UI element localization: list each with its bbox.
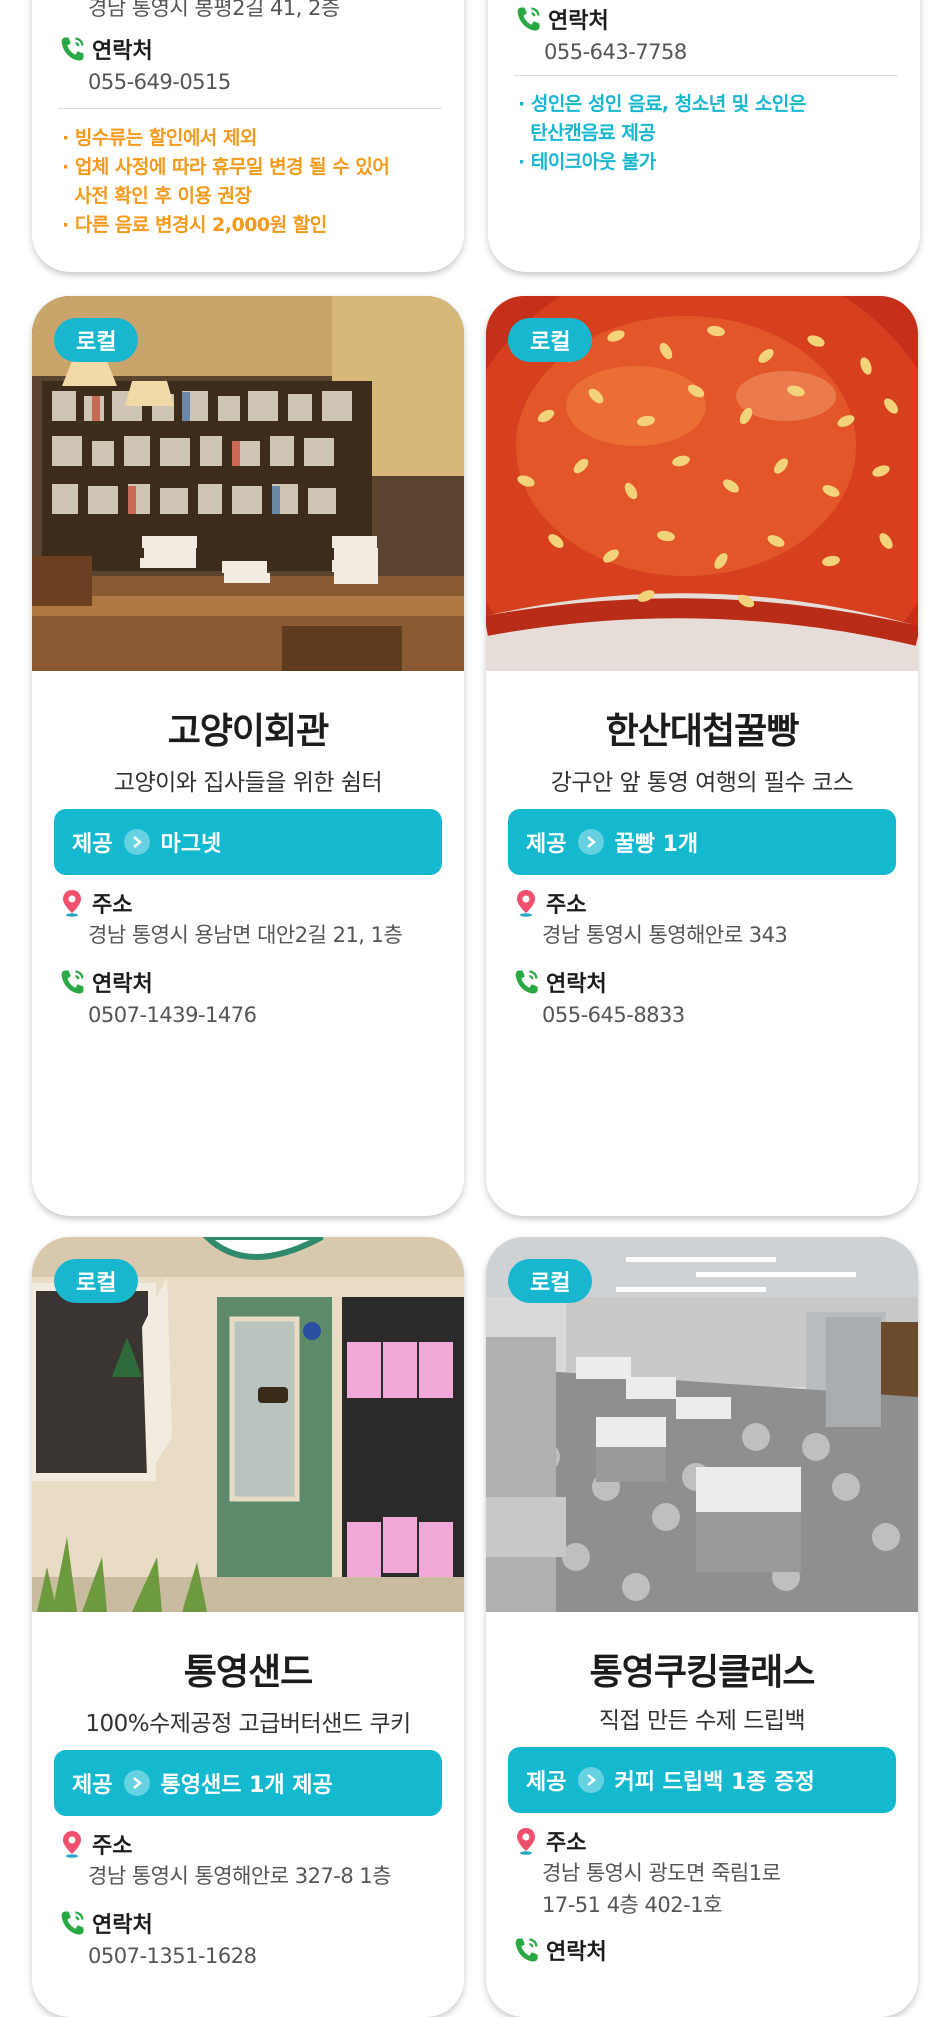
- contact-label: 연락처: [512, 1934, 607, 1966]
- chevron-right-icon: [578, 829, 605, 855]
- address-value-line2: 17-51 4층 402-1호: [542, 1893, 722, 1917]
- card-title: 통영샌드: [183, 1652, 313, 1693]
- card-title: 한산대첩꿀빵: [605, 711, 800, 752]
- contact-value: 055-645-8833: [542, 1003, 685, 1027]
- address-value: 경남 통영시 통영해안로 327-8 1층: [88, 1864, 392, 1888]
- notes: · 빙수류는 할인에서 제외 · 업체 사정에 따라 휴무일 변경 될 수 있어…: [62, 127, 390, 236]
- card-honey-bread[interactable]: 로컬 한산대첩꿀빵 강구안 앞 통영 여행의 필수 코스 제공 꿀빵 1개 주소…: [486, 296, 918, 1216]
- contact-label: 연락처: [58, 966, 153, 998]
- address-label: 주소: [58, 1828, 132, 1860]
- card-cat-hall[interactable]: 로컬 고양이회관 고양이와 집사들을 위한 쉼터 제공 마그넷 주소 경남 통영…: [32, 296, 464, 1216]
- card-subtitle: 직접 만든 수제 드립백: [598, 1708, 806, 1734]
- phone-icon: [517, 7, 540, 31]
- location-pin-icon: [63, 1831, 81, 1858]
- card-subtitle: 강구안 앞 통영 여행의 필수 코스: [550, 770, 854, 796]
- address-label: 주소: [512, 887, 586, 919]
- chevron-right-icon: [124, 1770, 151, 1796]
- benefit-bar[interactable]: 제공 커피 드립백 1종 증정: [508, 1747, 896, 1813]
- local-badge: 로컬: [54, 1259, 139, 1303]
- contact-value: 055-643-7758: [544, 40, 687, 64]
- address-value: 경남 통영시 용남면 대안2길 21, 1층: [88, 923, 403, 947]
- contact-value: 0507-1351-1628: [88, 1944, 257, 1968]
- contact-label: 연락처: [514, 3, 609, 35]
- benefit-bar[interactable]: 제공 통영샌드 1개 제공: [54, 1750, 442, 1816]
- chevron-right-icon: [124, 829, 151, 855]
- divider: [58, 108, 442, 109]
- address-value: 경남 통영시 통영해안로 343: [542, 923, 788, 947]
- location-pin-icon: [517, 890, 535, 917]
- phone-icon: [61, 1911, 84, 1935]
- contact-label: 연락처: [512, 966, 607, 998]
- benefit-bar[interactable]: 제공 꿀빵 1개: [508, 809, 896, 875]
- card-title: 통영쿠킹클래스: [589, 1652, 816, 1693]
- phone-icon: [515, 1938, 538, 1962]
- phone-icon: [61, 37, 84, 61]
- phone-icon: [515, 970, 538, 994]
- card-subtitle: 100%수제공정 고급버터샌드 쿠키: [85, 1711, 411, 1737]
- chevron-right-icon: [578, 1767, 605, 1793]
- local-badge: 로컬: [508, 1259, 593, 1303]
- contact-label: 연락처: [58, 1907, 153, 1939]
- local-badge: 로컬: [54, 318, 139, 362]
- benefit-bar[interactable]: 제공 마그넷: [54, 809, 442, 875]
- card-subtitle: 고양이와 집사들을 위한 쉼터: [113, 770, 383, 796]
- card-top-left[interactable]: 경남 통영시 봉평2길 41, 2층 연락처 055-649-0515 · 빙수…: [32, 0, 464, 272]
- address-label: 주소: [58, 887, 132, 919]
- contact-label: 연락처: [58, 33, 153, 65]
- notes: · 성인은 성인 음료, 청소년 및 소인은 탄산캔음료 제공 · 테이크아웃 …: [518, 93, 806, 173]
- card-top-right[interactable]: 연락처 055-643-7758 · 성인은 성인 음료, 청소년 및 소인은 …: [488, 0, 920, 272]
- divider: [514, 75, 898, 76]
- contact-value: 0507-1439-1476: [88, 1003, 257, 1027]
- card-title: 고양이회관: [167, 711, 330, 752]
- location-pin-icon: [63, 890, 81, 917]
- address-label: 주소: [512, 1825, 586, 1857]
- phone-icon: [61, 970, 84, 994]
- contact-value: 055-649-0515: [88, 70, 231, 94]
- address-value: 경남 통영시 봉평2길 41, 2층: [88, 0, 340, 20]
- card-tongyeong-sand[interactable]: 로컬 통영샌드 100%수제공정 고급버터샌드 쿠키 제공 통영샌드 1개 제공…: [32, 1237, 464, 2017]
- location-pin-icon: [517, 1828, 535, 1855]
- address-value: 경남 통영시 광도면 죽림1로: [542, 1861, 781, 1885]
- local-badge: 로컬: [508, 318, 593, 362]
- card-cooking-class[interactable]: 로컬 통영쿠킹클래스 직접 만든 수제 드립백 제공 커피 드립백 1종 증정 …: [486, 1237, 918, 2017]
